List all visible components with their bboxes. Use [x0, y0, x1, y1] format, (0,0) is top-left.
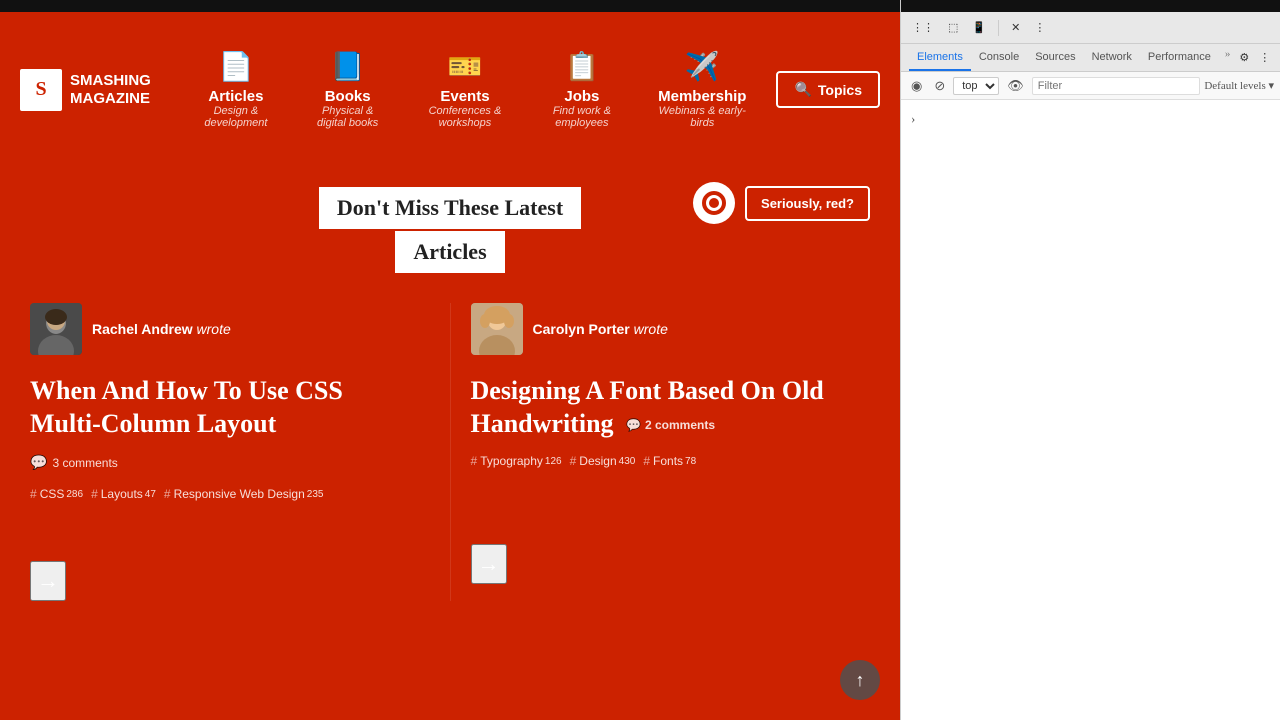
- author-row-1: Rachel Andrew wrote: [30, 303, 410, 355]
- books-icon: 📘: [330, 50, 365, 84]
- devtools-inspect-button[interactable]: ⬚: [943, 19, 963, 36]
- devtools-dots-button[interactable]: ⋮: [1254, 44, 1275, 71]
- devtools-context-select[interactable]: top: [953, 77, 999, 95]
- nav-items: 📄 Articles Design & development 📘 Books …: [181, 42, 767, 137]
- articles-grid: Rachel Andrew wrote When And How To Use …: [0, 303, 900, 601]
- scroll-up-button[interactable]: ↑: [840, 660, 880, 700]
- tag-typography[interactable]: # Typography 126: [471, 454, 562, 468]
- devtools-filter-input[interactable]: [1032, 77, 1201, 95]
- article-title-1: When And How To Use CSS Multi-Column Lay…: [30, 375, 410, 440]
- logo-icon: S: [20, 69, 62, 111]
- topics-button[interactable]: 🔍 Topics: [776, 71, 880, 108]
- top-bar: [0, 0, 900, 12]
- navigation: S SMASHING MAGAZINE 📄 Articles Design & …: [0, 12, 900, 167]
- devtools-second-bar: ◉ ⊘ top 👁 Default levels ▾: [901, 72, 1280, 100]
- devtools-toolbar: ⋮⋮ ⬚ 📱 ✕ ⋮: [901, 12, 1280, 44]
- tag-design[interactable]: # Design 430: [570, 454, 636, 468]
- devtools-levels[interactable]: Default levels ▾: [1204, 79, 1274, 92]
- devtools-forward-btn[interactable]: ⊘: [930, 76, 949, 96]
- events-icon: 🎫: [448, 50, 483, 84]
- article-tags-1: # CSS 286 # Layouts 47 # Responsive Web …: [30, 487, 410, 501]
- devtools-eye-btn[interactable]: 👁: [1003, 76, 1028, 96]
- comment-icon-1: 💬: [30, 454, 47, 471]
- devtools-back-btn[interactable]: ◉: [907, 76, 926, 96]
- devtools-more-button[interactable]: ⋮: [1029, 19, 1050, 36]
- article-2-arrow[interactable]: →: [471, 544, 507, 584]
- author-name-2: Carolyn Porter wrote: [533, 321, 668, 337]
- avatar-rachel: [30, 303, 82, 355]
- nav-item-events[interactable]: 🎫 Events Conferences & workshops: [404, 42, 525, 137]
- hero-section: Don't Miss These Latest Articles Serious…: [0, 167, 900, 720]
- devtools-chevron[interactable]: ›: [911, 111, 915, 126]
- devtools-tabs: Elements Console Sources Network Perform…: [901, 44, 1280, 72]
- ad-button[interactable]: Seriously, red?: [745, 186, 870, 221]
- inline-comments-2: 💬 2 comments: [626, 418, 715, 433]
- devtools-panel: ⋮⋮ ⬚ 📱 ✕ ⋮ Elements Console Sources Netw…: [900, 0, 1280, 720]
- devtools-top-bar: [901, 0, 1280, 12]
- logo-text: SMASHING MAGAZINE: [70, 72, 151, 108]
- hero-title-line2: Articles: [395, 231, 504, 273]
- hero-title-line1: Don't Miss These Latest: [319, 187, 581, 229]
- tag-fonts[interactable]: # Fonts 78: [643, 454, 696, 468]
- tab-performance[interactable]: Performance: [1140, 44, 1219, 71]
- devtools-settings-button[interactable]: ⚙: [1234, 44, 1254, 71]
- devtools-content: ›: [901, 100, 1280, 720]
- nav-item-jobs[interactable]: 📋 Jobs Find work & employees: [526, 42, 638, 137]
- article-col-1: Rachel Andrew wrote When And How To Use …: [30, 303, 451, 601]
- tag-css[interactable]: # CSS 286: [30, 487, 83, 501]
- comment-icon-2: 💬: [626, 418, 641, 433]
- tag-layouts[interactable]: # Layouts 47: [91, 487, 156, 501]
- ad-area: Seriously, red?: [693, 182, 870, 224]
- tab-sources[interactable]: Sources: [1027, 44, 1083, 71]
- nav-item-membership[interactable]: ✈️ Membership Webinars & early-birds: [638, 42, 766, 137]
- devtools-device-button[interactable]: 📱: [967, 19, 991, 36]
- devtools-separator-1: [998, 20, 999, 36]
- devtools-close-button[interactable]: ✕: [1006, 19, 1025, 36]
- article-comments-1: 💬 3 comments: [30, 454, 410, 471]
- tag-rwd[interactable]: # Responsive Web Design 235: [164, 487, 324, 501]
- article-tags-2: # Typography 126 # Design 430 # Fonts 78: [471, 454, 851, 468]
- logo[interactable]: S SMASHING MAGAZINE: [20, 69, 151, 111]
- devtools-tabs-more[interactable]: »: [1221, 44, 1235, 71]
- article-col-2: Carolyn Porter wrote Designing A Font Ba…: [451, 303, 871, 601]
- nav-item-articles[interactable]: 📄 Articles Design & development: [181, 42, 291, 137]
- search-icon: 🔍: [794, 81, 811, 98]
- tab-console[interactable]: Console: [971, 44, 1027, 71]
- devtools-cursor-area: ›: [901, 100, 1280, 138]
- website: S SMASHING MAGAZINE 📄 Articles Design & …: [0, 0, 900, 720]
- articles-icon: 📄: [218, 50, 253, 84]
- ad-icon: [693, 182, 735, 224]
- jobs-icon: 📋: [564, 50, 599, 84]
- avatar-carolyn: [471, 303, 523, 355]
- tab-elements[interactable]: Elements: [909, 44, 971, 71]
- author-name-1: Rachel Andrew wrote: [92, 321, 231, 337]
- nav-item-books[interactable]: 📘 Books Physical & digital books: [291, 42, 404, 137]
- membership-icon: ✈️: [685, 50, 720, 84]
- author-row-2: Carolyn Porter wrote: [471, 303, 851, 355]
- devtools-drag-handle[interactable]: ⋮⋮: [907, 19, 939, 36]
- article-1-arrow[interactable]: →: [30, 561, 66, 601]
- tab-network[interactable]: Network: [1084, 44, 1140, 71]
- article-title-2: Designing A Font Based On Old Handwritin…: [471, 375, 851, 440]
